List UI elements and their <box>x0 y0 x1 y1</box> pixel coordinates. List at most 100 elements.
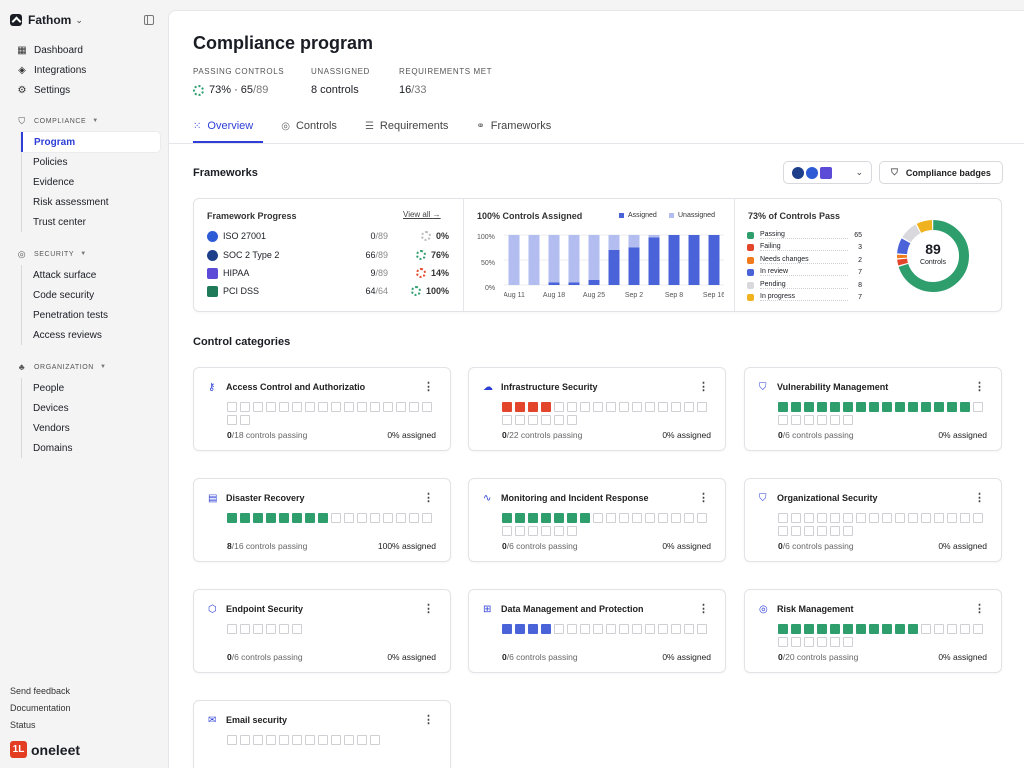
control-cell[interactable] <box>305 735 315 745</box>
control-cell[interactable] <box>908 624 918 634</box>
control-cell[interactable] <box>554 624 564 634</box>
control-cell[interactable] <box>253 513 263 523</box>
more-menu-icon[interactable]: ⋮ <box>974 380 985 393</box>
control-cell[interactable] <box>593 402 603 412</box>
collapse-sidebar-icon[interactable] <box>144 15 154 25</box>
control-cell[interactable] <box>318 402 328 412</box>
control-cell[interactable] <box>554 402 564 412</box>
send-feedback-link[interactable]: Send feedback <box>10 686 70 696</box>
nav-attack-surface[interactable]: Attack surface <box>22 265 160 285</box>
control-cell[interactable] <box>528 402 538 412</box>
workspace-switcher[interactable]: Fathom ⌄ <box>10 10 160 30</box>
control-cell[interactable] <box>240 624 250 634</box>
control-cell[interactable] <box>645 513 655 523</box>
nav-settings[interactable]: ⚙ Settings <box>10 80 160 100</box>
control-cell[interactable] <box>778 624 788 634</box>
control-cell[interactable] <box>567 513 577 523</box>
control-cell[interactable] <box>960 513 970 523</box>
control-cell[interactable] <box>266 735 276 745</box>
framework-row[interactable]: ISO 27001 0/89 0% <box>207 229 449 243</box>
more-menu-icon[interactable]: ⋮ <box>974 602 985 615</box>
control-cell[interactable] <box>266 624 276 634</box>
control-cell[interactable] <box>791 624 801 634</box>
control-cell[interactable] <box>528 624 538 634</box>
category-card[interactable]: ⚷ Access Control and Authorizatio ⋮ 0/18 co… <box>193 367 451 451</box>
control-cell[interactable] <box>632 402 642 412</box>
control-cell[interactable] <box>895 624 905 634</box>
control-cell[interactable] <box>541 415 551 425</box>
control-cell[interactable] <box>843 402 853 412</box>
control-cell[interactable] <box>869 513 879 523</box>
tab-requirements[interactable]: ☰ Requirements <box>365 117 448 135</box>
control-cell[interactable] <box>502 513 512 523</box>
control-cell[interactable] <box>528 526 538 536</box>
control-cell[interactable] <box>619 402 629 412</box>
more-menu-icon[interactable]: ⋮ <box>698 602 709 615</box>
control-cell[interactable] <box>502 526 512 536</box>
control-cell[interactable] <box>934 513 944 523</box>
control-cell[interactable] <box>843 526 853 536</box>
nav-people[interactable]: People <box>22 378 160 398</box>
section-security[interactable]: ◎ SECURITY ▼ <box>10 247 160 261</box>
control-cell[interactable] <box>580 513 590 523</box>
control-cell[interactable] <box>240 402 250 412</box>
category-card[interactable]: ☁ Infrastructure Security ⋮ 0/22 controls p… <box>468 367 726 451</box>
control-cell[interactable] <box>554 415 564 425</box>
control-cell[interactable] <box>658 624 668 634</box>
control-cell[interactable] <box>370 402 380 412</box>
category-card[interactable]: ✉ Email security ⋮ <box>193 700 451 768</box>
control-cell[interactable] <box>778 526 788 536</box>
more-menu-icon[interactable]: ⋮ <box>698 380 709 393</box>
control-cell[interactable] <box>973 624 983 634</box>
control-cell[interactable] <box>331 402 341 412</box>
control-cell[interactable] <box>279 735 289 745</box>
category-card[interactable]: ⛉ Organizational Security ⋮ 0/6 controls pa… <box>744 478 1002 562</box>
control-cell[interactable] <box>804 637 814 647</box>
framework-picker[interactable]: ⌄ <box>783 161 872 184</box>
section-compliance[interactable]: ⛉ COMPLIANCE ▼ <box>10 114 160 128</box>
control-cell[interactable] <box>567 526 577 536</box>
control-cell[interactable] <box>804 402 814 412</box>
documentation-link[interactable]: Documentation <box>10 703 71 713</box>
nav-vendors[interactable]: Vendors <box>22 418 160 438</box>
control-cell[interactable] <box>632 513 642 523</box>
control-cell[interactable] <box>843 513 853 523</box>
nav-trust-center[interactable]: Trust center <box>22 212 160 232</box>
control-cell[interactable] <box>830 526 840 536</box>
control-cell[interactable] <box>843 637 853 647</box>
control-cell[interactable] <box>305 402 315 412</box>
control-cell[interactable] <box>422 402 432 412</box>
control-cell[interactable] <box>804 624 814 634</box>
control-cell[interactable] <box>804 513 814 523</box>
control-cell[interactable] <box>567 415 577 425</box>
control-cell[interactable] <box>804 526 814 536</box>
control-cell[interactable] <box>697 402 707 412</box>
framework-row[interactable]: PCI DSS 64/64 100% <box>207 284 449 298</box>
control-cell[interactable] <box>227 735 237 745</box>
control-cell[interactable] <box>580 624 590 634</box>
control-cell[interactable] <box>318 513 328 523</box>
control-cell[interactable] <box>791 513 801 523</box>
control-cell[interactable] <box>830 402 840 412</box>
control-cell[interactable] <box>240 415 250 425</box>
control-cell[interactable] <box>791 637 801 647</box>
control-cell[interactable] <box>528 415 538 425</box>
control-cell[interactable] <box>817 415 827 425</box>
control-cell[interactable] <box>383 513 393 523</box>
control-cell[interactable] <box>396 513 406 523</box>
control-cell[interactable] <box>817 526 827 536</box>
control-cell[interactable] <box>606 513 616 523</box>
nav-policies[interactable]: Policies <box>22 152 160 172</box>
control-cell[interactable] <box>934 402 944 412</box>
control-cell[interactable] <box>240 513 250 523</box>
framework-row[interactable]: HIPAA 9/89 14% <box>207 266 449 280</box>
control-cell[interactable] <box>778 637 788 647</box>
control-cell[interactable] <box>227 624 237 634</box>
control-cell[interactable] <box>292 402 302 412</box>
control-cell[interactable] <box>502 402 512 412</box>
control-cell[interactable] <box>830 624 840 634</box>
control-cell[interactable] <box>882 402 892 412</box>
control-cell[interactable] <box>554 526 564 536</box>
status-link[interactable]: Status <box>10 720 36 730</box>
more-menu-icon[interactable]: ⋮ <box>698 491 709 504</box>
